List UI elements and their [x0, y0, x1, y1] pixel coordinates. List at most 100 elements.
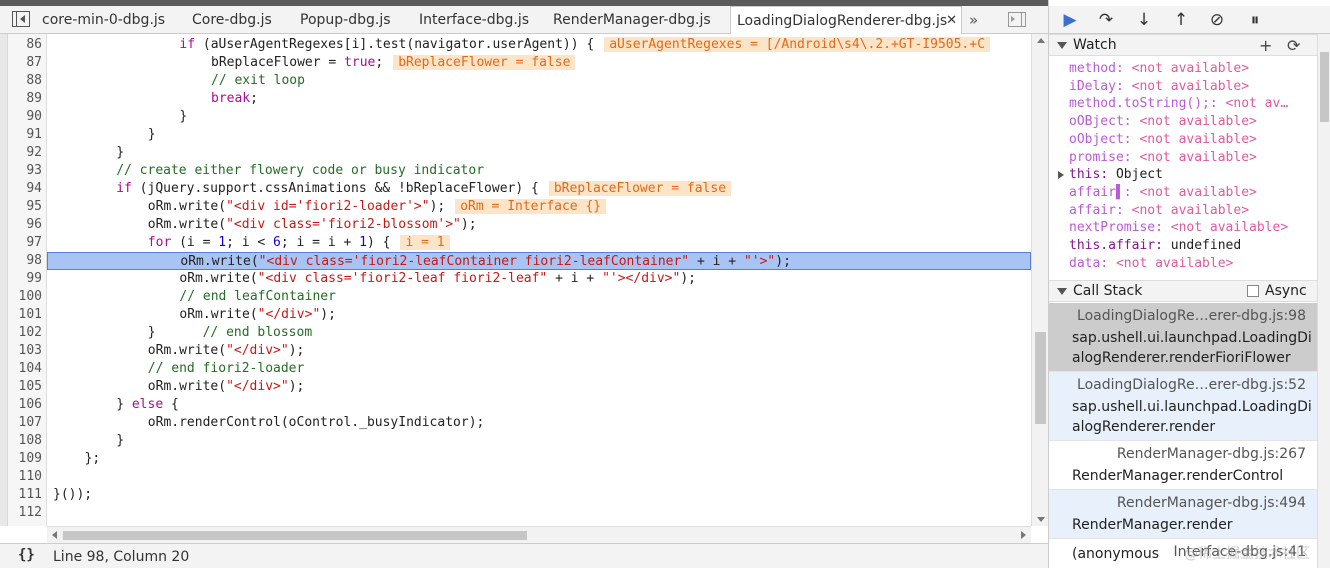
- sidebar-vertical-scrollbar[interactable]: [1317, 34, 1330, 568]
- frame-location-link[interactable]: RenderManager-dbg.js:494: [1117, 495, 1306, 511]
- call-stack-frame[interactable]: RenderManager-dbg.js:494 RenderManager.re…: [1049, 490, 1317, 539]
- code-line[interactable]: }: [47, 108, 1031, 126]
- step-out-icon[interactable]: ↑: [1170, 9, 1192, 31]
- watch-expression[interactable]: method.toString();: <not av…: [1069, 95, 1315, 113]
- pretty-print-button[interactable]: {}: [18, 547, 35, 563]
- line-number[interactable]: 96: [26, 216, 42, 234]
- add-watch-icon[interactable]: +: [1259, 36, 1272, 55]
- tab-interface-dbg[interactable]: Interface-dbg.js: [419, 6, 529, 34]
- code-line[interactable]: }: [47, 432, 1031, 450]
- code-line[interactable]: // end fiori2-loader: [47, 360, 1031, 378]
- call-stack-frame[interactable]: LoadingDialogRe…erer-dbg.js:52 sap.ushell…: [1049, 372, 1317, 441]
- scroll-up-arrow-icon[interactable]: [1037, 38, 1045, 43]
- tab-popup-dbg[interactable]: Popup-dbg.js: [300, 6, 391, 34]
- code-line[interactable]: bReplaceFlower = true; bReplaceFlower = f…: [47, 54, 1031, 72]
- sidebar-scroll-thumb[interactable]: [1320, 52, 1329, 122]
- tab-close-icon[interactable]: ✕: [946, 7, 957, 35]
- line-number[interactable]: 102: [19, 324, 42, 342]
- scroll-right-arrow-icon[interactable]: [1021, 531, 1026, 539]
- code-line[interactable]: oRm.write("</div>");: [47, 378, 1031, 396]
- editor-horizontal-scrollbar[interactable]: [47, 526, 1031, 543]
- code-line[interactable]: [47, 468, 1031, 486]
- code-line[interactable]: } // end blossom: [47, 324, 1031, 342]
- code-area[interactable]: if (aUserAgentRegexes[i].test(navigator.…: [47, 34, 1031, 526]
- code-line[interactable]: oRm.write("</div>");: [47, 342, 1031, 360]
- code-line[interactable]: [47, 504, 1031, 522]
- collapse-arrow-icon[interactable]: [1057, 288, 1067, 295]
- line-number[interactable]: 97: [26, 234, 42, 252]
- code-line[interactable]: }: [47, 126, 1031, 144]
- watch-expression[interactable]: affair▌: <not available>: [1069, 184, 1315, 202]
- source-editor[interactable]: 86 87 88 89 90 91 92 93 94 95 96 97 98 99 100 101 102 103…: [0, 34, 1048, 526]
- code-line[interactable]: if (jQuery.support.cssAnimations && !bRe…: [47, 180, 1031, 198]
- code-line[interactable]: break;: [47, 90, 1031, 108]
- collapse-arrow-icon[interactable]: [1057, 42, 1067, 49]
- code-line[interactable]: oRm.write("</div>");: [47, 306, 1031, 324]
- code-line[interactable]: oRm.write("<div id='fiori2-loader'>"); oR…: [47, 198, 1031, 216]
- line-number[interactable]: 87: [26, 54, 42, 72]
- line-number[interactable]: 105: [19, 378, 42, 396]
- watch-expression[interactable]: oOBject: <not available>: [1069, 113, 1315, 131]
- async-checkbox[interactable]: [1247, 285, 1259, 297]
- line-number[interactable]: 107: [19, 414, 42, 432]
- scroll-left-arrow-icon[interactable]: [52, 531, 57, 539]
- resume-icon[interactable]: ▶: [1059, 9, 1081, 31]
- line-number[interactable]: 88: [26, 72, 42, 90]
- line-number[interactable]: 110: [19, 468, 42, 486]
- current-execution-line[interactable]: oRm.write("<div class='fiori2-leafContai…: [47, 252, 1031, 270]
- expand-arrow-icon[interactable]: [1058, 171, 1064, 180]
- watch-expression[interactable]: iDelay: <not available>: [1069, 78, 1315, 96]
- line-number[interactable]: 111: [19, 486, 42, 504]
- line-number[interactable]: 93: [26, 162, 42, 180]
- line-number[interactable]: 103: [19, 342, 42, 360]
- tab-overflow-icon[interactable]: »: [969, 6, 978, 34]
- line-number[interactable]: 100: [19, 288, 42, 306]
- editor-vertical-scroll-thumb[interactable]: [1035, 332, 1046, 424]
- watch-expression[interactable]: nextPromise: <not available>: [1069, 219, 1315, 237]
- watch-expression[interactable]: oObject: <not available>: [1069, 131, 1315, 149]
- line-number[interactable]: 89: [26, 90, 42, 108]
- code-line[interactable]: };: [47, 450, 1031, 468]
- code-line[interactable]: } else {: [47, 396, 1031, 414]
- tab-loadingdialogrenderer-dbg[interactable]: LoadingDialogRenderer-dbg.js ✕: [730, 6, 962, 34]
- code-line[interactable]: // create either flowery code or busy in…: [47, 162, 1031, 180]
- code-line[interactable]: if (aUserAgentRegexes[i].test(navigator.…: [47, 36, 1031, 54]
- code-line[interactable]: oRm.write("<div class='fiori2-blossom'>"…: [47, 216, 1031, 234]
- call-stack-frame[interactable]: LoadingDialogRe…erer-dbg.js:98 sap.ushell…: [1049, 303, 1317, 372]
- line-number[interactable]: 95: [26, 198, 42, 216]
- code-line[interactable]: // end leafContainer: [47, 288, 1031, 306]
- watch-expression[interactable]: this.affair: undefined: [1069, 237, 1315, 255]
- watch-expression[interactable]: affair: <not available>: [1069, 202, 1315, 220]
- line-number[interactable]: 99: [26, 270, 42, 288]
- editor-vertical-scrollbar[interactable]: [1031, 34, 1048, 526]
- pause-on-exceptions-icon[interactable]: ⏸: [1244, 9, 1266, 31]
- step-over-icon[interactable]: ↷: [1095, 9, 1117, 31]
- code-line[interactable]: oRm.renderControl(oControl._busyIndicato…: [47, 414, 1031, 432]
- step-into-icon[interactable]: ↓: [1133, 9, 1155, 31]
- toggle-debugger-panel-icon[interactable]: [1008, 12, 1026, 27]
- watch-expression[interactable]: method: <not available>: [1069, 60, 1315, 78]
- code-line[interactable]: oRm.write("<div class='fiori2-leaf fiori…: [47, 270, 1031, 288]
- code-line[interactable]: // exit loop: [47, 72, 1031, 90]
- call-stack-frame[interactable]: Interface-dbg.js:41 (anonymous @稀土掘金技术社区: [1049, 539, 1317, 568]
- line-number[interactable]: 94: [26, 180, 42, 198]
- call-stack-frame[interactable]: RenderManager-dbg.js:267 RenderManager.re…: [1049, 441, 1317, 490]
- watch-section-header[interactable]: Watch + ⟳: [1049, 34, 1317, 56]
- tab-rendermanager-dbg[interactable]: RenderManager-dbg.js: [553, 6, 711, 34]
- line-number[interactable]: 90: [26, 108, 42, 126]
- toggle-navigator-icon[interactable]: [12, 11, 30, 27]
- line-number[interactable]: 104: [19, 360, 42, 378]
- line-number[interactable]: 101: [19, 306, 42, 324]
- watch-expression[interactable]: this: Object: [1069, 166, 1315, 184]
- tab-core-min-0-dbg[interactable]: core-min-0-dbg.js: [42, 6, 165, 34]
- frame-location-link[interactable]: LoadingDialogRe…erer-dbg.js:98: [1077, 308, 1306, 324]
- frame-location-link[interactable]: RenderManager-dbg.js:267: [1117, 446, 1306, 462]
- callstack-section-header[interactable]: Call Stack Async: [1049, 280, 1317, 302]
- line-number[interactable]: 108: [19, 432, 42, 450]
- code-line[interactable]: }: [47, 144, 1031, 162]
- refresh-watch-icon[interactable]: ⟳: [1287, 36, 1300, 55]
- line-number[interactable]: 109: [19, 450, 42, 468]
- code-line[interactable]: }());: [47, 486, 1031, 504]
- line-number-gutter[interactable]: 86 87 88 89 90 91 92 93 94 95 96 97 98 99 100 101 102 103…: [8, 34, 47, 526]
- deactivate-breakpoints-icon[interactable]: ⊘: [1206, 9, 1228, 31]
